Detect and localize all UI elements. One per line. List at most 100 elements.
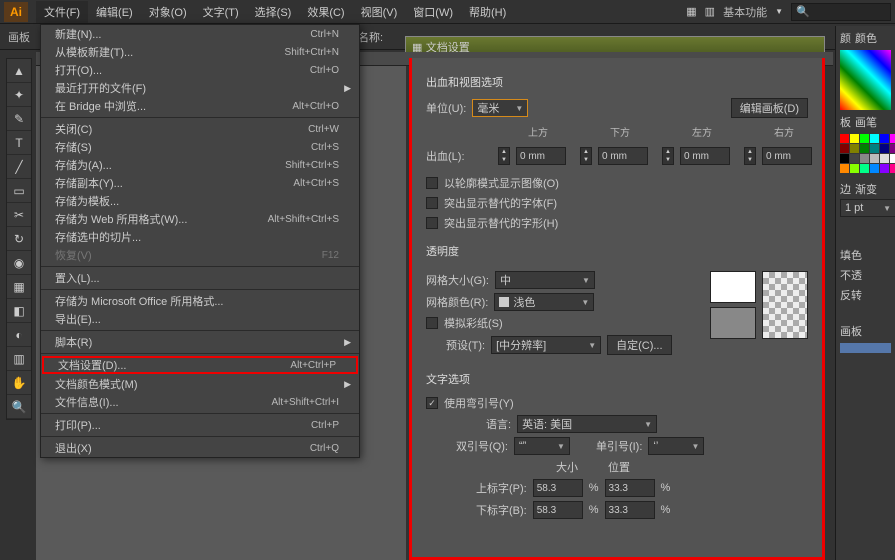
swatch[interactable] [860, 134, 869, 143]
swatch[interactable] [890, 154, 895, 163]
menu-item[interactable]: 从模板新建(T)...Shift+Ctrl+N [41, 43, 359, 61]
grid-size-select[interactable]: 中▼ [495, 271, 595, 289]
bleed-top[interactable]: 0 mm [516, 147, 566, 165]
swatch-gray[interactable] [710, 307, 756, 339]
bleed-left-spin[interactable]: ▲▼ [662, 147, 674, 165]
tool-9[interactable]: ▦ [7, 275, 31, 299]
swatch[interactable] [850, 154, 859, 163]
tool-5[interactable]: ▭ [7, 179, 31, 203]
swatch[interactable] [850, 134, 859, 143]
menu-item[interactable]: 置入(L)... [41, 269, 359, 287]
menu-item[interactable]: 存储为 Microsoft Office 所用格式... [41, 292, 359, 310]
chk-outline[interactable] [426, 177, 438, 189]
workspace-label[interactable]: 基本功能 [723, 4, 767, 20]
tool-3[interactable]: T [7, 131, 31, 155]
swatch[interactable] [860, 164, 869, 173]
tool-14[interactable]: 🔍 [7, 395, 31, 419]
menu-0[interactable]: 文件(F) [36, 1, 88, 23]
bleed-right[interactable]: 0 mm [762, 147, 812, 165]
tool-4[interactable]: ╱ [7, 155, 31, 179]
single-quote-select[interactable]: ‘’▼ [648, 437, 704, 455]
bleed-left[interactable]: 0 mm [680, 147, 730, 165]
superscript-size[interactable]: 58.3 [533, 479, 583, 497]
chk-fonts[interactable] [426, 197, 438, 209]
menu-item[interactable]: 存储选中的切片... [41, 228, 359, 246]
swatch[interactable] [860, 144, 869, 153]
tool-12[interactable]: ▥ [7, 347, 31, 371]
tool-6[interactable]: ✂ [7, 203, 31, 227]
subscript-pos[interactable]: 33.3 [605, 501, 655, 519]
tool-0[interactable]: ▲ [7, 59, 31, 83]
menu-item[interactable]: 在 Bridge 中浏览...Alt+Ctrl+O [41, 97, 359, 115]
menu-4[interactable]: 选择(S) [247, 1, 300, 23]
edit-artboard-button[interactable]: 编辑画板(D) [731, 98, 808, 118]
menu-item[interactable]: 存储(S)Ctrl+S [41, 138, 359, 156]
swatch[interactable] [880, 164, 889, 173]
menu-item[interactable]: 脚本(R)▶ [41, 333, 359, 351]
preset-select[interactable]: [中分辨率]▼ [491, 336, 601, 354]
language-select[interactable]: 英语: 美国▼ [517, 415, 657, 433]
swatch[interactable] [890, 134, 895, 143]
menu-item[interactable]: 恢复(V)F12 [41, 246, 359, 264]
menu-item[interactable]: 最近打开的文件(F)▶ [41, 79, 359, 97]
subscript-size[interactable]: 58.3 [533, 501, 583, 519]
superscript-pos[interactable]: 33.3 [605, 479, 655, 497]
tool-8[interactable]: ◉ [7, 251, 31, 275]
menu-item[interactable]: 导出(E)... [41, 310, 359, 328]
swatch[interactable] [870, 164, 879, 173]
swatch[interactable] [880, 134, 889, 143]
tool-10[interactable]: ◧ [7, 299, 31, 323]
menu-item[interactable]: 文档设置(D)...Alt+Ctrl+P [42, 356, 358, 374]
bleed-bottom[interactable]: 0 mm [598, 147, 648, 165]
tool-2[interactable]: ✎ [7, 107, 31, 131]
swatch[interactable] [890, 164, 895, 173]
stroke-weight[interactable]: 1 pt▼ [840, 199, 895, 217]
swatch-white[interactable] [710, 271, 756, 303]
menu-item[interactable]: 存储为模板... [41, 192, 359, 210]
tool-1[interactable]: ✦ [7, 83, 31, 107]
menu-item[interactable]: 打印(P)...Ctrl+P [41, 416, 359, 434]
swatch[interactable] [870, 144, 879, 153]
bleed-bottom-spin[interactable]: ▲▼ [580, 147, 592, 165]
menu-item[interactable]: 新建(N)...Ctrl+N [41, 25, 359, 43]
custom-button[interactable]: 自定(C)... [607, 335, 671, 355]
icon-doc[interactable]: ▦ [686, 5, 696, 18]
chk-glyphs[interactable] [426, 217, 438, 229]
menu-3[interactable]: 文字(T) [195, 1, 247, 23]
double-quote-select[interactable]: “”▼ [514, 437, 570, 455]
menu-7[interactable]: 窗口(W) [405, 1, 461, 23]
swatch[interactable] [850, 144, 859, 153]
swatch[interactable] [870, 134, 879, 143]
swatch[interactable] [880, 144, 889, 153]
menu-item[interactable]: 关闭(C)Ctrl+W [41, 120, 359, 138]
swatch[interactable] [870, 154, 879, 163]
tool-13[interactable]: ✋ [7, 371, 31, 395]
swatch[interactable] [850, 164, 859, 173]
artboard-thumb[interactable] [840, 343, 891, 353]
menu-6[interactable]: 视图(V) [353, 1, 406, 23]
swatch[interactable] [840, 164, 849, 173]
swatch[interactable] [890, 144, 895, 153]
chk-curly[interactable]: ✓ [426, 397, 438, 409]
swatch[interactable] [840, 134, 849, 143]
menu-2[interactable]: 对象(O) [141, 1, 195, 23]
swatch[interactable] [840, 154, 849, 163]
menu-item[interactable]: 存储为(A)...Shift+Ctrl+S [41, 156, 359, 174]
swatch[interactable] [860, 154, 869, 163]
menu-item[interactable]: 打开(O)...Ctrl+O [41, 61, 359, 79]
swatch[interactable] [880, 154, 889, 163]
color-spectrum[interactable] [840, 50, 891, 110]
menu-item[interactable]: 存储为 Web 所用格式(W)...Alt+Shift+Ctrl+S [41, 210, 359, 228]
chk-paper[interactable] [426, 317, 438, 329]
bleed-top-spin[interactable]: ▲▼ [498, 147, 510, 165]
unit-select[interactable]: 毫米▼ [472, 99, 528, 117]
icon-grid[interactable]: ▥ [705, 5, 715, 18]
menu-5[interactable]: 效果(C) [299, 1, 352, 23]
search-input[interactable]: 🔍 [791, 3, 891, 21]
grid-color-select[interactable]: 浅色▼ [494, 293, 594, 311]
menu-item[interactable]: 退出(X)Ctrl+Q [41, 439, 359, 457]
menu-item[interactable]: 文档颜色模式(M)▶ [41, 375, 359, 393]
menu-item[interactable]: 文件信息(I)...Alt+Shift+Ctrl+I [41, 393, 359, 411]
tool-11[interactable]: ◐ [7, 323, 31, 347]
swatch[interactable] [840, 144, 849, 153]
